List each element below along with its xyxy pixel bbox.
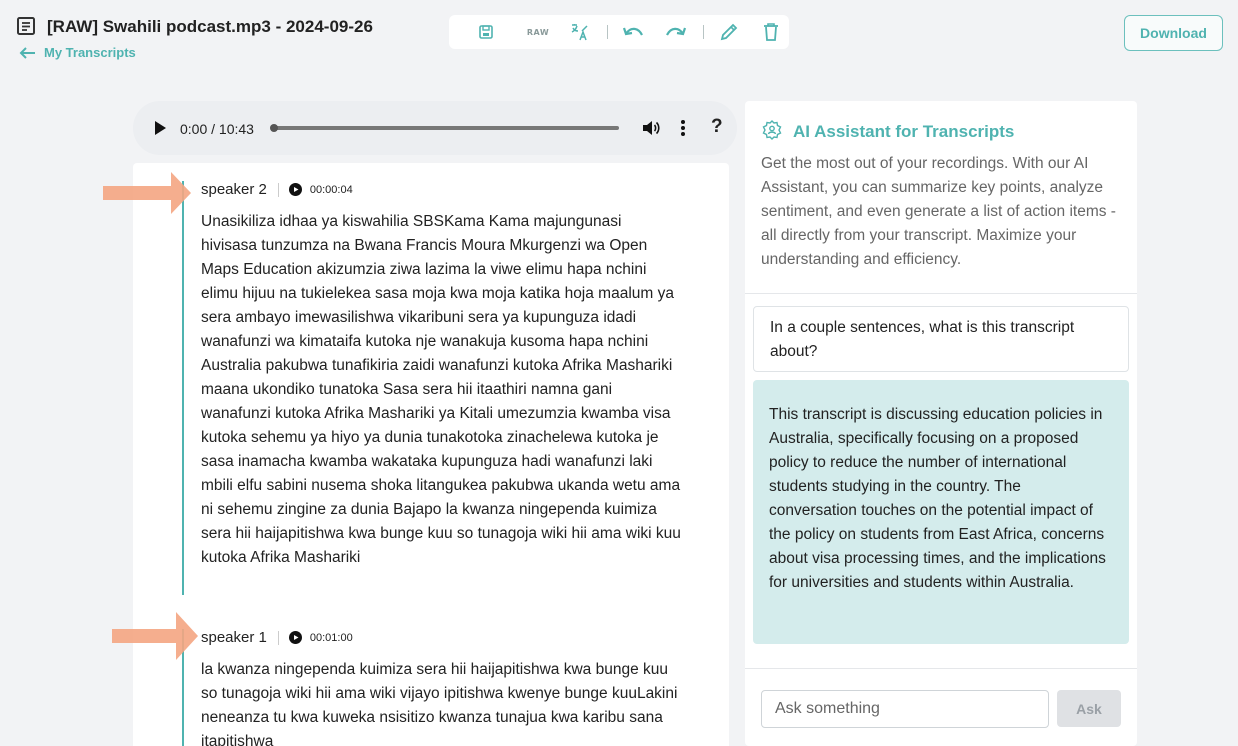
seek-bar[interactable] (270, 124, 619, 132)
editor-toolbar: RAW (449, 15, 789, 49)
play-circle-icon[interactable] (288, 631, 302, 644)
delete-button[interactable] (760, 22, 782, 42)
translate-icon (571, 24, 588, 41)
segment-timestamp: 00:01:00 (309, 631, 353, 644)
segment-text[interactable]: Unasikiliza idhaa ya kiswahilia SBSKama … (201, 210, 681, 570)
speaker-label[interactable]: speaker 1 (201, 629, 267, 646)
save-icon (479, 25, 493, 39)
divider (745, 293, 1137, 294)
segment-timestamp: 00:00:04 (309, 183, 353, 196)
back-link-label: My Transcripts (44, 45, 136, 60)
back-to-transcripts-link[interactable]: My Transcripts (19, 45, 136, 60)
audio-player: 0:00 / 10:43 (133, 101, 737, 155)
segment-header: speaker 1 00:01:00 (201, 629, 353, 646)
download-button[interactable]: Download (1124, 15, 1223, 51)
play-icon[interactable] (153, 120, 167, 136)
highlight-arrow (103, 172, 191, 214)
trash-icon (764, 23, 778, 41)
volume-icon[interactable] (642, 119, 660, 137)
play-circle-icon[interactable] (288, 183, 302, 196)
segment-marker (182, 181, 184, 595)
ai-panel-title: AI Assistant for Transcripts (793, 122, 1015, 141)
speaker-label[interactable]: speaker 2 (201, 181, 267, 198)
save-button[interactable] (475, 22, 497, 42)
undo-icon (622, 27, 643, 36)
highlight-arrow (112, 612, 198, 660)
translate-button[interactable] (569, 22, 591, 42)
help-button[interactable]: ? (711, 116, 723, 138)
page-title: [RAW] Swahili podcast.mp3 - 2024-09-26 (47, 17, 373, 36)
segment-header: speaker 2 00:00:04 (201, 181, 353, 198)
ai-assistant-icon (762, 120, 782, 140)
more-options-icon[interactable] (678, 119, 688, 137)
edit-button[interactable] (718, 22, 740, 42)
playback-time: 0:00 / 10:43 (180, 121, 254, 137)
user-question-bubble: In a couple sentences, what is this tran… (753, 306, 1129, 372)
raw-icon: RAW (526, 27, 550, 37)
ai-panel-description: Get the most out of your recordings. Wit… (761, 155, 1116, 268)
undo-button[interactable] (622, 22, 644, 42)
segment-text[interactable]: la kwanza ningependa kuimiza sera hii ha… (201, 658, 681, 746)
divider (745, 668, 1137, 669)
redo-button[interactable] (665, 22, 687, 42)
seek-knob[interactable] (270, 124, 278, 132)
ask-button[interactable]: Ask (1057, 690, 1121, 727)
raw-button[interactable]: RAW (525, 22, 551, 42)
arrow-left-icon (19, 46, 35, 59)
ai-assistant-panel: AI Assistant for Transcripts Get the mos… (745, 101, 1137, 746)
redo-icon (666, 27, 687, 36)
document-icon (17, 17, 35, 35)
edit-icon (720, 23, 738, 41)
ask-input[interactable] (761, 690, 1049, 728)
transcript-panel: speaker 2 00:00:04 Unasikiliza idhaa ya … (133, 163, 729, 746)
ai-answer-bubble: This transcript is discussing education … (753, 380, 1129, 644)
